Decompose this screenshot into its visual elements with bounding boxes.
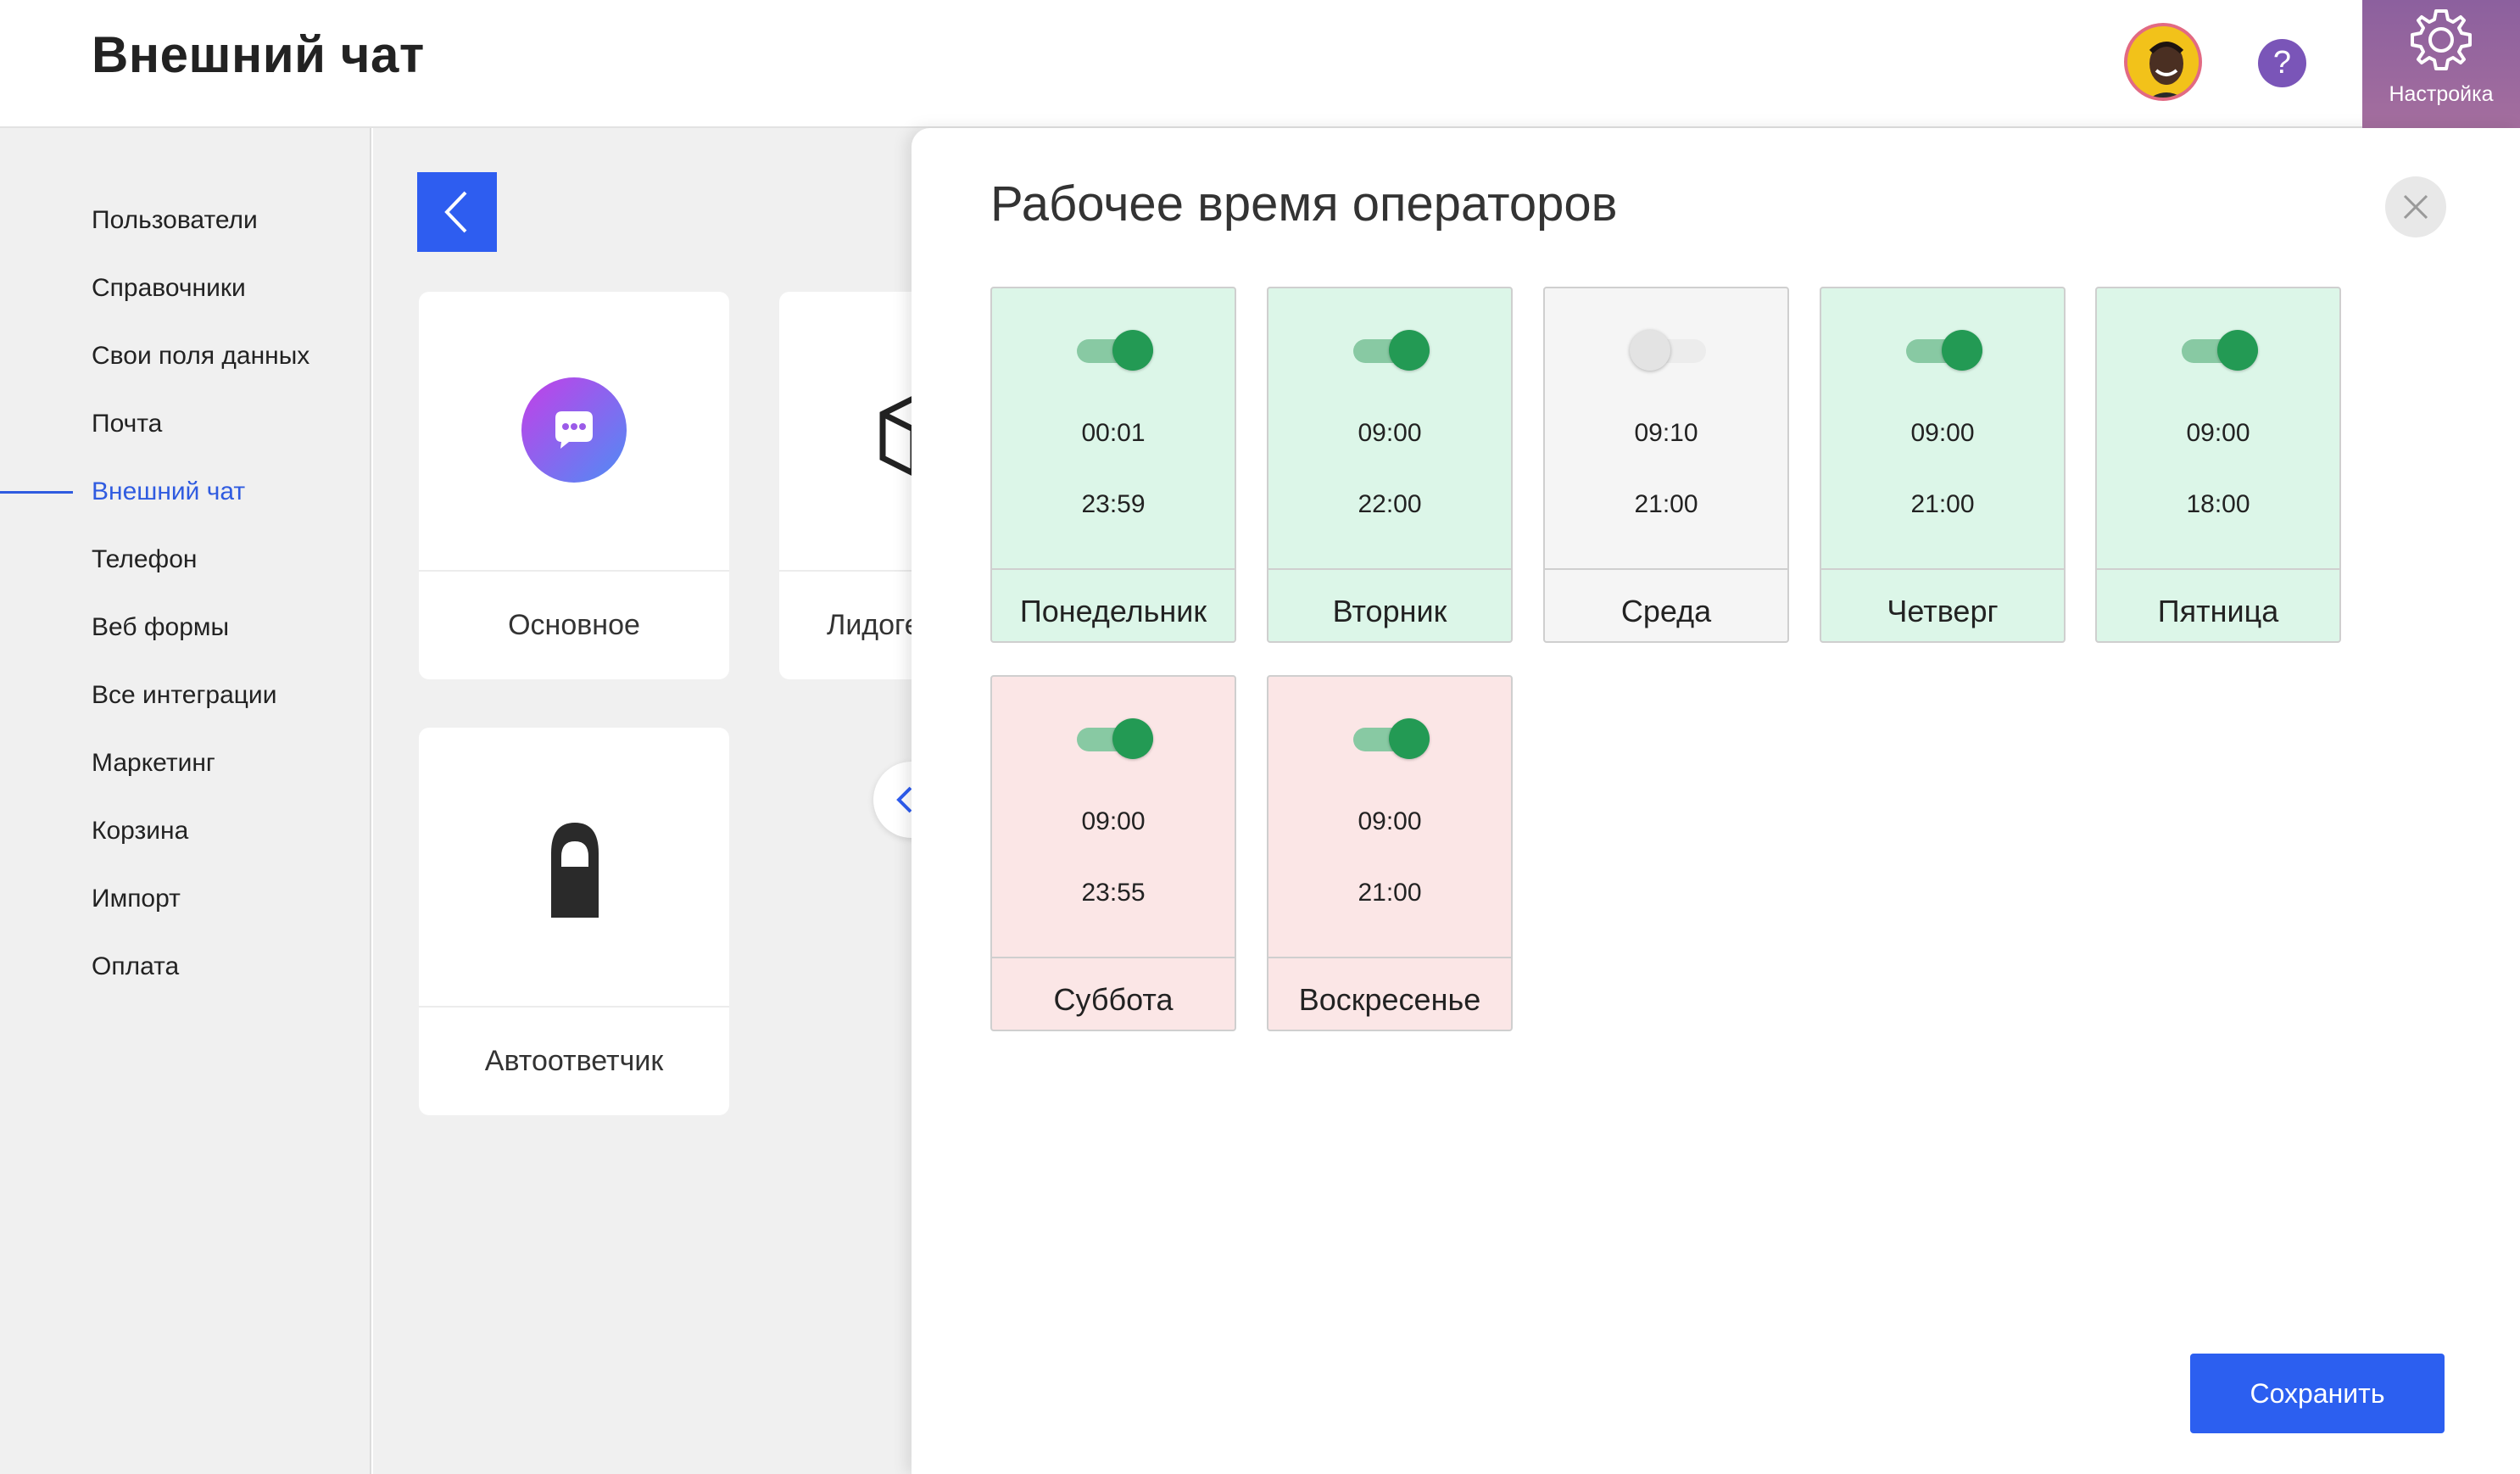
sidebar-item-mail[interactable]: Почта — [92, 410, 162, 438]
active-indicator — [0, 491, 73, 494]
card-divider — [1268, 568, 1511, 570]
close-icon — [2403, 194, 2428, 220]
start-time[interactable]: 09:00 — [2097, 419, 2339, 448]
sidebar-item-phone[interactable]: Телефон — [92, 545, 197, 574]
day-card-sunday: 09:00 21:00 Воскресенье — [1267, 675, 1513, 1031]
day-toggle-tuesday[interactable] — [1353, 329, 1430, 371]
tile-main[interactable]: Основное — [419, 292, 729, 679]
card-divider — [1821, 568, 2064, 570]
sidebar-item-cart[interactable]: Корзина — [92, 817, 188, 846]
save-button[interactable]: Сохранить — [2190, 1354, 2445, 1433]
card-divider — [1268, 957, 1511, 958]
day-toggle-saturday[interactable] — [1077, 717, 1153, 760]
tile-divider — [419, 1006, 729, 1008]
sidebar: Пользователи Справочники Свои поля данны… — [0, 128, 371, 1474]
start-time[interactable]: 09:00 — [992, 807, 1235, 836]
tile-autoresponder[interactable]: Автоответчик — [419, 728, 729, 1115]
sidebar-item-external-chat[interactable]: Внешний чат — [92, 477, 245, 506]
user-avatar-icon — [2127, 26, 2199, 98]
start-time[interactable]: 09:10 — [1545, 419, 1787, 448]
sidebar-item-users[interactable]: Пользователи — [92, 206, 258, 235]
day-toggle-friday[interactable] — [2182, 329, 2258, 371]
tile-autoresponder-label: Автоответчик — [484, 1045, 664, 1077]
day-card-wednesday: 09:10 21:00 Среда — [1543, 287, 1789, 643]
start-time[interactable]: 00:01 — [992, 419, 1235, 448]
settings-label: Настройка — [2389, 82, 2494, 106]
start-time[interactable]: 09:00 — [1821, 419, 2064, 448]
panel-title: Рабочее время операторов — [990, 176, 1618, 232]
end-time[interactable]: 18:00 — [2097, 490, 2339, 519]
sidebar-item-integrations[interactable]: Все интеграции — [92, 681, 276, 710]
day-card-friday: 09:00 18:00 Пятница — [2095, 287, 2341, 643]
page-title: Внешний чат — [92, 26, 425, 83]
sidebar-item-directories[interactable]: Справочники — [92, 274, 246, 303]
day-card-saturday: 09:00 23:55 Суббота — [990, 675, 1236, 1031]
user-avatar[interactable] — [2124, 23, 2202, 101]
card-divider — [992, 568, 1235, 570]
door-hanger-icon — [543, 818, 607, 924]
day-toggle-sunday[interactable] — [1353, 717, 1430, 760]
day-toggle-monday[interactable] — [1077, 329, 1153, 371]
tile-main-label: Основное — [508, 609, 640, 641]
close-button[interactable] — [2385, 176, 2446, 237]
end-time[interactable]: 21:00 — [1545, 490, 1787, 519]
end-time[interactable]: 23:59 — [992, 490, 1235, 519]
sidebar-item-payment[interactable]: Оплата — [92, 952, 179, 981]
day-name: Воскресенье — [1298, 982, 1481, 1017]
end-time[interactable]: 22:00 — [1268, 490, 1511, 519]
sidebar-item-import[interactable]: Импорт — [92, 885, 181, 913]
day-name: Среда — [1620, 594, 1712, 628]
day-name: Суббота — [1053, 982, 1174, 1017]
day-name: Понедельник — [1019, 594, 1207, 628]
chat-bubble-icon — [521, 377, 627, 487]
end-time[interactable]: 21:00 — [1268, 879, 1511, 907]
day-toggle-thursday[interactable] — [1906, 329, 1982, 371]
day-card-thursday: 09:00 21:00 Четверг — [1820, 287, 2066, 643]
card-divider — [992, 957, 1235, 958]
tile-divider — [419, 570, 729, 572]
back-button[interactable] — [417, 172, 497, 252]
end-time[interactable]: 21:00 — [1821, 490, 2064, 519]
start-time[interactable]: 09:00 — [1268, 807, 1511, 836]
day-card-tuesday: 09:00 22:00 Вторник — [1267, 287, 1513, 643]
end-time[interactable]: 23:55 — [992, 879, 1235, 907]
sidebar-item-web-forms[interactable]: Веб формы — [92, 613, 229, 642]
day-card-monday: 00:01 23:59 Понедельник — [990, 287, 1236, 643]
start-time[interactable]: 09:00 — [1268, 419, 1511, 448]
day-name: Вторник — [1332, 594, 1447, 628]
day-name: Пятница — [2157, 594, 2279, 628]
day-toggle-wednesday[interactable] — [1630, 329, 1706, 371]
card-divider — [2097, 568, 2339, 570]
top-bar: Внешний чат ? Настройка — [0, 0, 2520, 128]
gear-icon — [2411, 9, 2472, 70]
card-divider — [1545, 568, 1787, 570]
help-button[interactable]: ? — [2258, 39, 2306, 87]
sidebar-item-custom-fields[interactable]: Свои поля данных — [92, 342, 309, 371]
day-name: Четверг — [1887, 594, 1999, 628]
chevron-left-icon — [444, 191, 467, 233]
sidebar-item-marketing[interactable]: Маркетинг — [92, 749, 215, 778]
settings-button[interactable]: Настройка — [2362, 0, 2520, 128]
working-hours-panel: Рабочее время операторов 00:01 23:59 Пон… — [912, 128, 2520, 1474]
